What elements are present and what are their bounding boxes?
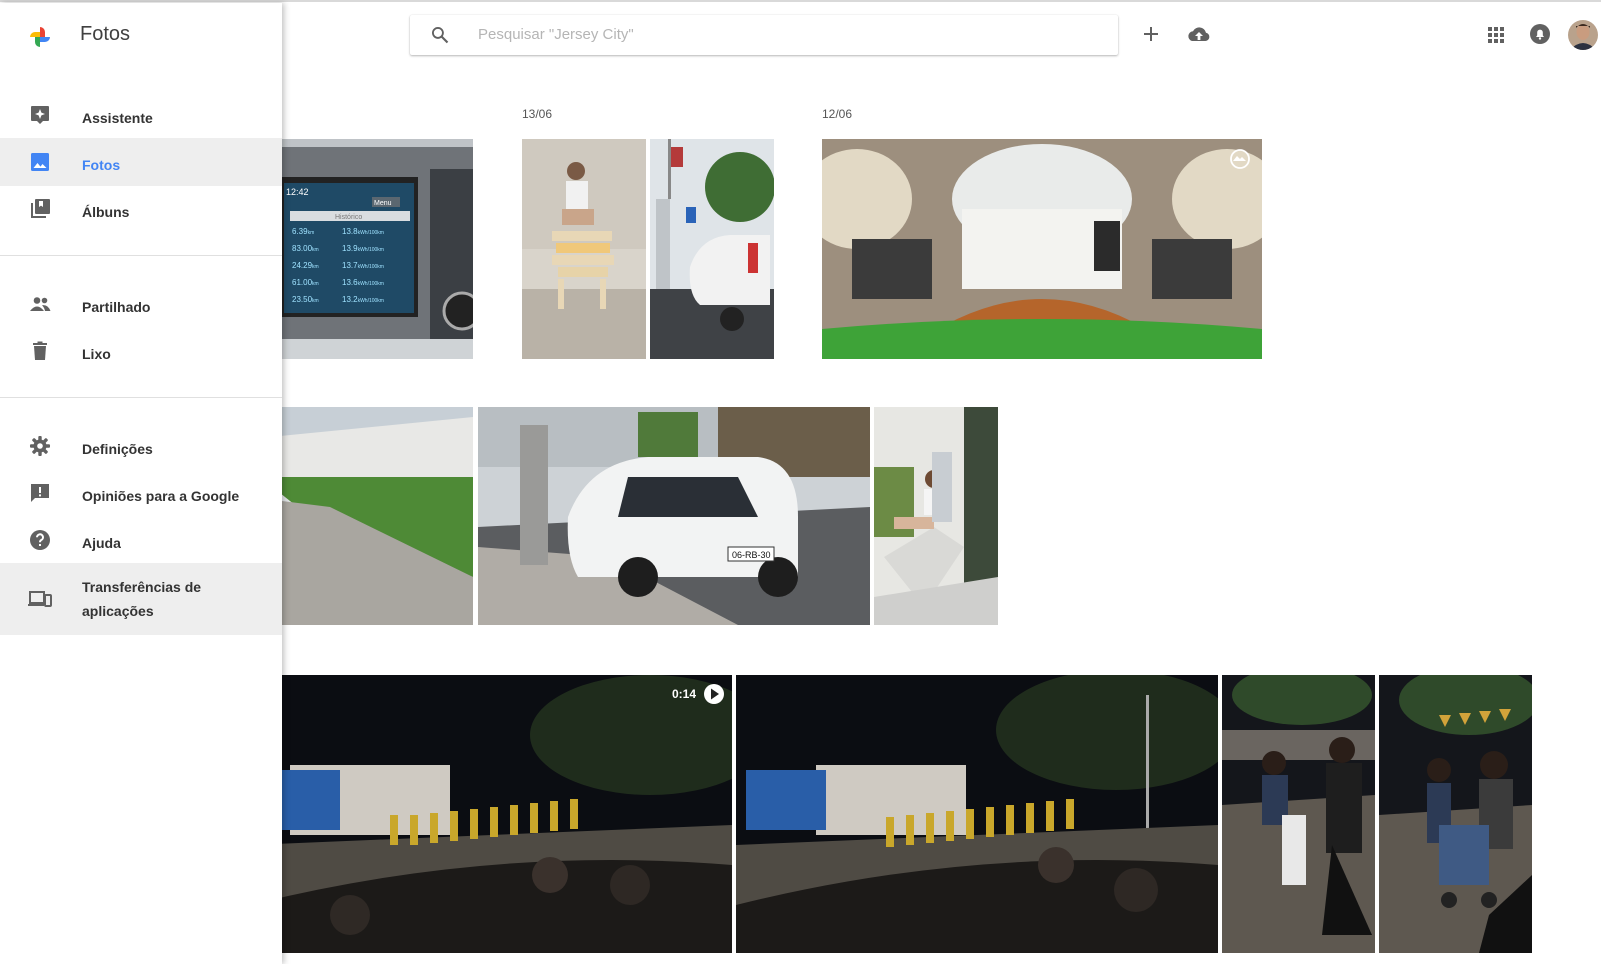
settings-gear-icon bbox=[30, 436, 50, 456]
sidebar-item-label: Álbuns bbox=[82, 204, 130, 220]
google-photos-logo bbox=[30, 27, 50, 47]
sidebar-item-feedback[interactable]: Opiniões para a Google bbox=[0, 469, 282, 517]
sidebar-item-label: Assistente bbox=[82, 110, 153, 126]
dash-dist: 6.39 bbox=[292, 227, 308, 236]
photo-car-dashboard[interactable]: 12:42 Menu Histórico 6.39km 13.8kWh/100k… bbox=[250, 139, 473, 359]
sidebar-item-assistente[interactable]: Assistente bbox=[0, 91, 282, 139]
dash-menu: Menu bbox=[374, 200, 392, 207]
sidebar-item-partilhado[interactable]: Partilhado bbox=[0, 280, 282, 328]
devices-icon bbox=[28, 591, 52, 607]
dash-dist: 83.00 bbox=[292, 244, 313, 253]
assistant-icon bbox=[31, 106, 49, 124]
create-icon[interactable] bbox=[1137, 20, 1165, 48]
sidebar-item-label: Ajuda bbox=[82, 535, 121, 551]
sidebar-divider bbox=[0, 255, 282, 256]
photo-kids-stroller-night[interactable] bbox=[1379, 675, 1532, 953]
dash-cons-unit: kWh/100km bbox=[358, 230, 384, 236]
dash-cons-unit: kWh/100km bbox=[358, 264, 384, 270]
dash-cons-unit: kWh/100km bbox=[358, 298, 384, 304]
video-folk-dance-night[interactable]: 0:14 bbox=[250, 675, 732, 953]
sidebar-item-label: Opiniões para a Google bbox=[82, 488, 240, 504]
photo-kids-street-festival[interactable] bbox=[1222, 675, 1375, 953]
notifications-icon[interactable] bbox=[1526, 20, 1554, 48]
sidebar-divider bbox=[0, 397, 282, 398]
dash-dist: 23.50 bbox=[292, 295, 313, 304]
dash-dist-unit: km bbox=[312, 281, 319, 287]
sidebar-item-label: Partilhado bbox=[82, 299, 151, 315]
photo-child-lounger[interactable] bbox=[874, 407, 998, 625]
dash-dist: 24.29 bbox=[292, 261, 313, 270]
photo-sidewalk-hedge[interactable] bbox=[250, 407, 473, 625]
feedback-icon bbox=[31, 484, 49, 502]
sidebar-item-app-downloads[interactable]: Transferências de aplicações bbox=[0, 563, 282, 635]
photo-folk-dance-night[interactable] bbox=[736, 675, 1218, 953]
photo-child-blocks[interactable] bbox=[522, 139, 646, 359]
photo-ev-charger[interactable] bbox=[650, 139, 774, 359]
date-header: 12/06 bbox=[822, 107, 853, 121]
apps-grid-icon[interactable] bbox=[1482, 21, 1510, 49]
sidebar-item-fotos[interactable]: Fotos bbox=[0, 138, 282, 186]
dash-time: 12:42 bbox=[286, 187, 309, 197]
navigation-drawer: Fotos Assistente Fotos Álbuns Partilhado bbox=[0, 3, 282, 964]
photo-panorama-360[interactable] bbox=[822, 139, 1262, 359]
trash-icon bbox=[33, 341, 47, 360]
albums-icon bbox=[31, 199, 50, 218]
window-top-border bbox=[0, 0, 1601, 2]
dash-cons-unit: kWh/100km bbox=[358, 247, 384, 253]
dash-dist-unit: km bbox=[312, 298, 319, 304]
dash-dist-unit: km bbox=[308, 230, 315, 236]
dash-history: Histórico bbox=[335, 214, 362, 221]
sidebar-item-definicoes[interactable]: Definições bbox=[0, 422, 282, 470]
video-duration: 0:14 bbox=[672, 687, 696, 701]
avatar[interactable] bbox=[1568, 20, 1598, 50]
sidebar-item-ajuda[interactable]: Ajuda bbox=[0, 516, 282, 564]
app-title: Fotos bbox=[80, 23, 131, 45]
sidebar-item-label: Lixo bbox=[82, 346, 111, 362]
dash-cons-unit: kWh/100km bbox=[358, 281, 384, 287]
sidebar-item-label: Definições bbox=[82, 441, 153, 457]
license-plate: 06-RB-30 bbox=[732, 550, 771, 560]
dash-dist-unit: km bbox=[312, 264, 319, 270]
shared-people-icon bbox=[30, 297, 51, 311]
dash-cons: 13.8 bbox=[342, 227, 358, 236]
photo-icon bbox=[31, 153, 49, 171]
dash-dist-unit: km bbox=[312, 247, 319, 253]
dash-cons: 13.7 bbox=[342, 261, 358, 270]
dash-cons: 13.9 bbox=[342, 244, 358, 253]
help-icon bbox=[30, 530, 50, 550]
sidebar-item-label: Fotos bbox=[82, 157, 121, 173]
upload-icon[interactable] bbox=[1185, 21, 1213, 49]
play-icon[interactable] bbox=[704, 684, 724, 704]
photo-white-suv[interactable]: 06-RB-30 bbox=[478, 407, 870, 625]
sidebar-item-lixo[interactable]: Lixo bbox=[0, 327, 282, 375]
sidebar-item-label: Transferências de aplicações bbox=[82, 579, 202, 619]
date-header: 13/06 bbox=[522, 107, 553, 121]
search-input[interactable]: Pesquisar "Jersey City" bbox=[478, 26, 634, 43]
search-icon[interactable] bbox=[430, 25, 450, 45]
search-bar[interactable]: Pesquisar "Jersey City" bbox=[410, 15, 1118, 55]
dash-cons: 13.6 bbox=[342, 278, 358, 287]
sidebar-item-albuns[interactable]: Álbuns bbox=[0, 185, 282, 233]
dash-cons: 13.2 bbox=[342, 295, 358, 304]
dash-dist: 61.00 bbox=[292, 278, 313, 287]
